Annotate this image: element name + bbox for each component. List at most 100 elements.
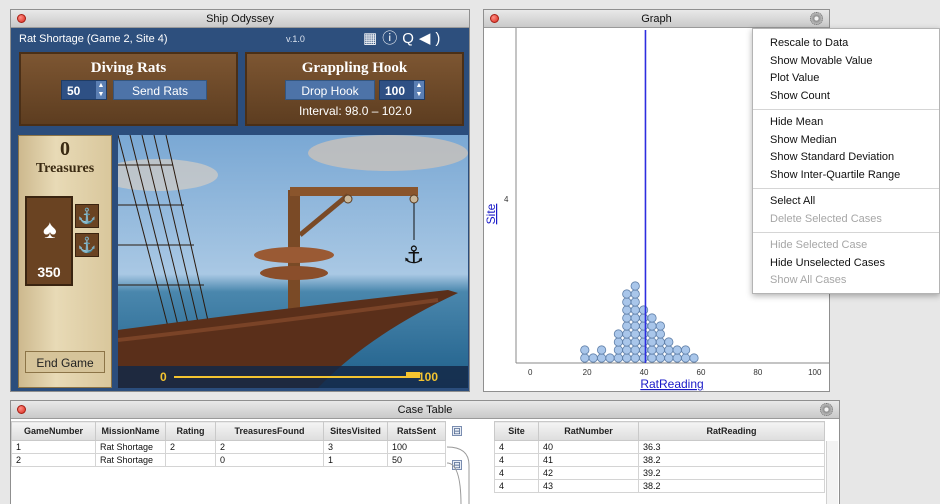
table-cell[interactable]: 40 — [538, 440, 639, 454]
data-point[interactable] — [622, 313, 632, 323]
y-axis-label[interactable]: Site — [484, 203, 498, 224]
table-cell[interactable]: 41 — [538, 453, 639, 467]
data-point[interactable] — [639, 337, 649, 347]
gear-icon[interactable] — [810, 12, 823, 25]
table-cell[interactable]: 4 — [494, 479, 539, 493]
data-point[interactable] — [622, 345, 632, 355]
data-point[interactable] — [647, 329, 657, 339]
hook-depth-stepper[interactable]: 100 ▲ ▼ — [379, 80, 425, 100]
rat-table-scrollbar[interactable] — [826, 441, 838, 504]
data-point[interactable] — [588, 353, 598, 363]
menu-item-hide-mean[interactable]: Hide Mean — [753, 114, 939, 132]
data-point[interactable] — [630, 305, 640, 315]
data-point[interactable] — [639, 313, 649, 323]
table-cell[interactable]: 0 — [215, 453, 324, 467]
data-point[interactable] — [664, 345, 674, 355]
x-axis-label[interactable]: RatReading — [640, 377, 703, 391]
column-header[interactable]: MissionName — [95, 421, 166, 441]
data-point[interactable] — [605, 353, 615, 363]
table-cell[interactable]: 38.2 — [638, 479, 825, 493]
rat-count-stepper[interactable]: 50 ▲ ▼ — [61, 80, 107, 100]
menu-item-show-count[interactable]: Show Count — [753, 88, 939, 106]
data-point[interactable] — [647, 337, 657, 347]
data-point[interactable] — [647, 345, 657, 355]
table-cell[interactable]: Rat Shortage — [95, 440, 166, 454]
table-cell[interactable]: 43 — [538, 479, 639, 493]
data-point[interactable] — [580, 345, 590, 355]
menu-item-hide-unselected-cases[interactable]: Hide Unselected Cases — [753, 255, 939, 273]
rat-count-spin-icon[interactable]: ▲ ▼ — [96, 81, 106, 99]
data-point[interactable] — [622, 305, 632, 315]
data-point[interactable] — [613, 329, 623, 339]
data-point[interactable] — [639, 345, 649, 355]
table-cell[interactable]: 2 — [11, 453, 96, 467]
data-point[interactable] — [622, 321, 632, 331]
data-point[interactable] — [664, 337, 674, 347]
table-cell[interactable]: 2 — [165, 440, 216, 454]
close-icon[interactable] — [17, 405, 26, 414]
close-icon[interactable] — [17, 14, 26, 23]
menu-item-rescale-to-data[interactable]: Rescale to Data — [753, 35, 939, 53]
data-point[interactable] — [630, 321, 640, 331]
column-header[interactable]: RatReading — [638, 421, 825, 441]
table-row[interactable]: 2 Rat Shortage 0 1 50 — [11, 453, 446, 467]
data-point[interactable] — [672, 353, 682, 363]
column-header[interactable]: Site — [494, 421, 539, 441]
data-point[interactable] — [580, 353, 590, 363]
data-point[interactable] — [622, 353, 632, 363]
table-row[interactable]: 4 40 36.3 — [494, 440, 825, 454]
data-point[interactable] — [622, 297, 632, 307]
data-point[interactable] — [664, 353, 674, 363]
table-cell[interactable]: 50 — [387, 453, 446, 467]
table-cell[interactable]: Rat Shortage — [95, 453, 166, 467]
table-cell[interactable]: 36.3 — [638, 440, 825, 454]
send-rats-button[interactable]: Send Rats — [113, 80, 207, 100]
data-point[interactable] — [655, 329, 665, 339]
data-point[interactable] — [639, 329, 649, 339]
data-point[interactable] — [622, 329, 632, 339]
menu-item-select-all[interactable]: Select All — [753, 193, 939, 211]
column-header[interactable]: RatNumber — [538, 421, 639, 441]
table-row[interactable]: 4 41 38.2 — [494, 453, 825, 467]
data-point[interactable] — [647, 313, 657, 323]
hook-depth-spin-icon[interactable]: ▲ ▼ — [414, 81, 424, 99]
data-point[interactable] — [681, 345, 691, 355]
table-cell[interactable]: 4 — [494, 466, 539, 480]
menu-item-show-movable-value[interactable]: Show Movable Value — [753, 53, 939, 71]
data-point[interactable] — [681, 353, 691, 363]
table-cell[interactable]: 4 — [494, 440, 539, 454]
data-point[interactable] — [647, 353, 657, 363]
data-point[interactable] — [639, 321, 649, 331]
data-point[interactable] — [655, 345, 665, 355]
drop-hook-button[interactable]: Drop Hook — [285, 80, 375, 100]
data-point[interactable] — [630, 289, 640, 299]
data-point[interactable] — [630, 353, 640, 363]
data-point[interactable] — [622, 337, 632, 347]
ship-titlebar[interactable]: Ship Odyssey — [11, 10, 469, 28]
gear-icon[interactable] — [820, 403, 833, 416]
data-point[interactable] — [639, 305, 649, 315]
case-table-titlebar[interactable]: Case Table — [11, 401, 839, 419]
table-cell[interactable]: 42 — [538, 466, 639, 480]
data-point[interactable] — [597, 353, 607, 363]
graph-titlebar[interactable]: Graph — [484, 10, 829, 28]
table-cell[interactable]: 4 — [494, 453, 539, 467]
table-cell[interactable] — [165, 453, 216, 467]
table-cell[interactable]: 1 — [323, 453, 388, 467]
data-point[interactable] — [630, 337, 640, 347]
menu-item-show-inter-quartile-range[interactable]: Show Inter-Quartile Range — [753, 167, 939, 185]
close-icon[interactable] — [490, 14, 499, 23]
table-cell[interactable]: 2 — [215, 440, 324, 454]
search-icon[interactable]: Q — [402, 30, 419, 47]
data-point[interactable] — [630, 345, 640, 355]
data-point[interactable] — [647, 321, 657, 331]
info-icon[interactable]: ⓘ — [382, 30, 402, 47]
data-point[interactable] — [630, 281, 640, 291]
speaker-icon[interactable]: ◀) — [419, 30, 446, 47]
table-row[interactable]: 4 43 38.2 — [494, 479, 825, 493]
table-row[interactable]: 4 42 39.2 — [494, 466, 825, 480]
column-header[interactable]: SitesVisited — [323, 421, 388, 441]
table-cell[interactable]: 1 — [11, 440, 96, 454]
column-header[interactable]: GameNumber — [11, 421, 96, 441]
table-cell[interactable]: 3 — [323, 440, 388, 454]
